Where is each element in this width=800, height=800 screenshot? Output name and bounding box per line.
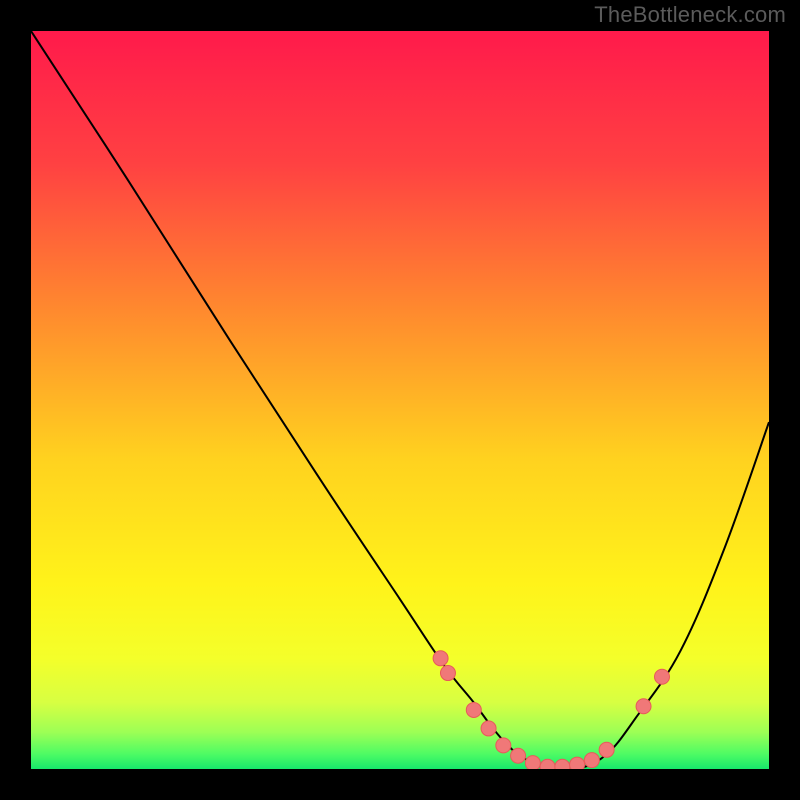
- watermark-text: TheBottleneck.com: [594, 2, 786, 28]
- bottleneck-curve: [31, 31, 769, 769]
- data-point: [525, 756, 540, 769]
- data-point: [496, 738, 511, 753]
- data-point: [570, 757, 585, 769]
- data-point: [433, 651, 448, 666]
- data-point: [481, 721, 496, 736]
- chart-frame: [22, 22, 778, 778]
- data-point: [584, 753, 599, 768]
- plot-area: [31, 31, 769, 769]
- data-point: [599, 742, 614, 757]
- data-point: [440, 666, 455, 681]
- curve-path: [31, 31, 769, 769]
- data-point: [555, 759, 570, 769]
- data-point: [654, 669, 669, 684]
- data-point: [540, 759, 555, 769]
- data-point: [636, 699, 651, 714]
- data-point: [511, 748, 526, 763]
- data-point: [466, 702, 481, 717]
